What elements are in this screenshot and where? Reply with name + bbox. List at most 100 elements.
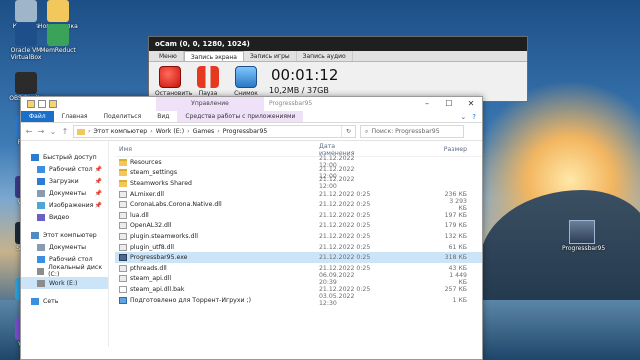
file-row[interactable]: steam_api.dll.bak 21.12.2022 0:25 257 КБ	[115, 284, 482, 295]
file-row[interactable]: OpenAL32.dll 21.12.2022 0:25 179 КБ	[115, 221, 482, 232]
document-icon	[37, 243, 45, 251]
ribbon-tab[interactable]: Вид	[149, 111, 177, 122]
exe-file-icon	[119, 254, 127, 262]
file-row[interactable]: CoronaLabs.Corona.Native.dll 21.12.2022 0…	[115, 198, 482, 212]
dll-file-icon	[119, 201, 127, 209]
file-date: 21.12.2022 0:25	[319, 243, 371, 251]
column-name[interactable]: Имя	[115, 146, 319, 153]
nav-item[interactable]: Загрузки 📌	[21, 175, 108, 187]
file-size: 236 КБ	[444, 190, 467, 198]
app-icon	[15, 0, 37, 22]
nav-item[interactable]: Work (E:)	[21, 277, 108, 289]
recent-chevron-icon[interactable]: ⌄	[49, 127, 57, 136]
file-date: 21.12.2022 0:25	[319, 211, 371, 219]
ribbon-tab[interactable]: Средства работы с приложениями	[177, 111, 304, 122]
file-row[interactable]: lua.dll 21.12.2022 0:25 197 КБ	[115, 210, 482, 221]
maximize-button[interactable]: ☐	[438, 97, 460, 111]
refresh-icon[interactable]: ↻	[341, 126, 355, 137]
up-icon[interactable]: ↑	[61, 127, 69, 136]
file-row[interactable]: pthreads.dll 21.12.2022 0:25 43 КБ	[115, 263, 482, 274]
nav-item-label: Локальный диск (C:)	[48, 264, 103, 278]
search-input[interactable]: ⌕ Поиск: Progressbar95	[360, 125, 464, 138]
dll-file-icon	[119, 232, 127, 240]
breadcrumb-item[interactable]: Этот компьютер	[93, 128, 147, 135]
file-size: 179 КБ	[444, 222, 467, 230]
nav-item[interactable]: Документы 📌	[21, 187, 108, 199]
file-name: steam_api.dll.bak	[130, 285, 185, 293]
video-icon	[37, 213, 45, 221]
recording-size: 10,2MB / 37GB	[269, 86, 329, 95]
nav-item[interactable]: Локальный диск (C:)	[21, 264, 108, 278]
nav-item-label: Документы	[49, 189, 87, 197]
file-name-cell: steam_api.dll	[115, 275, 319, 283]
monitor-icon	[235, 66, 257, 88]
ocam-tab[interactable]: Запись аудио	[297, 51, 353, 61]
file-row[interactable]: Подготовлено для Торрент-Игруxи ;) 03.05.…	[115, 293, 482, 307]
file-name-cell: OpenAL32.dll	[115, 222, 319, 230]
file-row[interactable]: ALmixer.dll 21.12.2022 0:25 236 КБ	[115, 189, 482, 200]
file-name-cell: CoronaLabs.Corona.Native.dll	[115, 201, 319, 209]
ribbon-tab[interactable]: Поделиться	[96, 111, 150, 122]
pin-icon: 📌	[94, 177, 102, 185]
file-date: 06.09.2022 20:39	[319, 271, 355, 286]
folder-icon	[77, 128, 85, 135]
ocam-tab[interactable]: Запись игры	[244, 51, 297, 61]
breadcrumb-item[interactable]: Work (E:)	[156, 128, 184, 135]
minimize-button[interactable]: –	[416, 97, 438, 111]
close-button[interactable]: ✕	[460, 97, 482, 111]
stop-button[interactable]: Остановить	[155, 66, 192, 97]
snapshot-button[interactable]: Снимок	[231, 66, 261, 97]
nav-item[interactable]: Видео	[21, 211, 108, 223]
file-name-cell: Progressbar95.exe	[115, 254, 319, 262]
nav-item-label: Work (E:)	[49, 279, 78, 287]
file-size: 1 КБ	[452, 296, 467, 304]
nav-item[interactable]: Изображения 📌	[21, 199, 108, 211]
file-date: 21.12.2022 0:25	[319, 254, 371, 262]
properties-icon[interactable]	[38, 100, 46, 108]
file-name-cell: Resources	[115, 158, 319, 166]
file-row[interactable]: Progressbar95.exe 21.12.2022 0:25 318 КБ	[115, 252, 482, 263]
breadcrumb-item[interactable]: Games	[193, 128, 215, 135]
txt-file-icon	[119, 285, 127, 293]
nav-item[interactable]: Сеть	[21, 295, 108, 307]
file-row[interactable]: plugin_utf8.dll 21.12.2022 0:25 61 КБ	[115, 242, 482, 253]
breadcrumb-separator-icon: ›	[217, 128, 220, 135]
folder-icon	[27, 100, 35, 108]
file-size: 257 КБ	[444, 285, 467, 293]
ocam-tab[interactable]: Меню	[153, 51, 184, 61]
ribbon-tab[interactable]: Главная	[54, 111, 96, 122]
column-size[interactable]: Размер	[441, 146, 467, 153]
nav-item[interactable]: Быстрый доступ	[21, 151, 108, 163]
collapse-ribbon-icon[interactable]: ⌄	[460, 111, 466, 122]
file-row[interactable]: Steamworks Shared 21.12.2022 12:00	[115, 176, 482, 190]
nav-item[interactable]: Рабочий стол 📌	[21, 163, 108, 175]
desktop-shortcut[interactable]: MemReduct	[38, 24, 78, 54]
desktop-shortcut-progressbar95[interactable]: Progressbar95	[562, 220, 605, 252]
ocam-tab[interactable]: Запись экрана	[183, 51, 244, 61]
desktop-icon	[37, 255, 45, 263]
new-folder-icon[interactable]	[49, 100, 57, 108]
pause-button[interactable]: Пауза	[193, 66, 223, 97]
file-size: 1 449 КБ	[449, 271, 467, 286]
file-size: 43 КБ	[448, 264, 467, 272]
app-icon	[15, 72, 37, 94]
forward-icon[interactable]: →	[37, 127, 45, 136]
file-name: Resources	[130, 158, 162, 166]
nav-item[interactable]: Документы	[21, 241, 108, 253]
file-name-cell: pthreads.dll	[115, 264, 319, 272]
nav-item[interactable]: Этот компьютер	[21, 229, 108, 241]
file-row[interactable]: steam_api.dll 06.09.2022 20:39 1 449 КБ	[115, 271, 482, 286]
breadcrumb-item[interactable]: Progressbar95	[223, 128, 268, 135]
star-icon	[31, 153, 39, 161]
help-icon[interactable]: ?	[472, 111, 476, 122]
ribbon-context-label: Управление	[156, 97, 264, 111]
file-row[interactable]: Resources 21.12.2022 12:00	[115, 155, 482, 169]
ribbon-tabbar: Файл Главная Поделиться Вид Средства работы …	[21, 111, 482, 123]
file-size: 132 КБ	[444, 232, 467, 240]
file-row[interactable]: steam_settings 21.12.2022 12:00	[115, 166, 482, 180]
ribbon-tab[interactable]: Файл	[21, 111, 54, 122]
address-bar[interactable]: › Этот компьютер › Work (E:) › Games › Progress…	[73, 125, 356, 138]
back-icon[interactable]: ←	[25, 127, 33, 136]
file-row[interactable]: plugin.steamworks.dll 21.12.2022 0:25 132 …	[115, 231, 482, 242]
file-name: Progressbar95.exe	[130, 254, 188, 262]
